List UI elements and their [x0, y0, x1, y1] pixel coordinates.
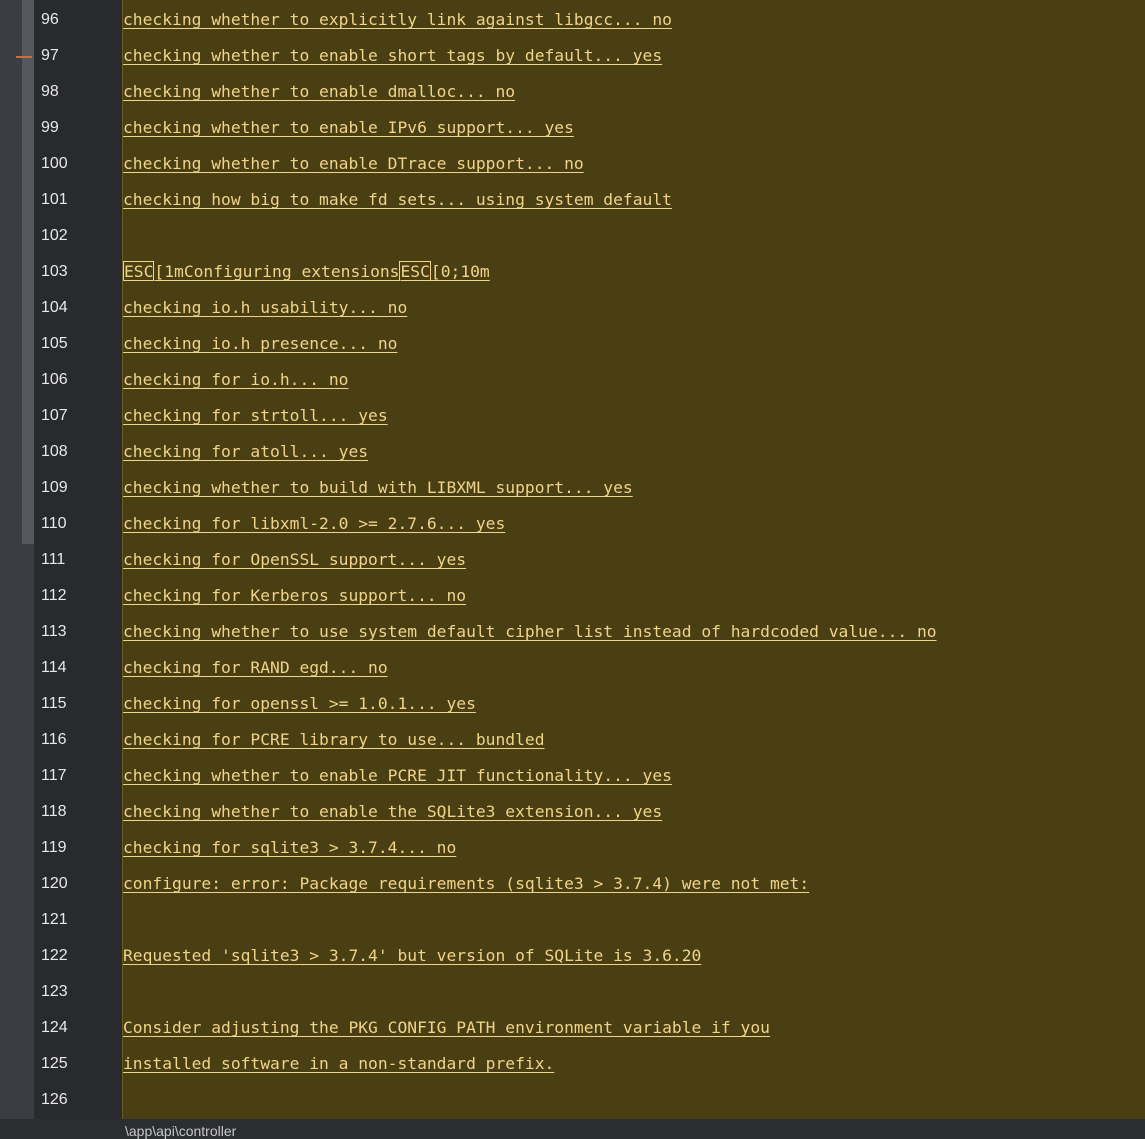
editor-line[interactable]: 120 configure: error: Package requirement…	[0, 864, 1145, 900]
line-text[interactable]: installed software in a non-standard pre…	[123, 1044, 554, 1084]
line-number: 96	[41, 11, 59, 28]
line-text-segment: [1mConfiguring extensions	[154, 262, 400, 281]
line-text[interactable]: checking for libxml-2.0 >= 2.7.6... yes	[123, 504, 505, 544]
editor-line[interactable]: 106 checking for io.h... no	[0, 360, 1145, 396]
line-number: 119	[41, 839, 67, 856]
line-number: 122	[41, 947, 68, 964]
editor-line[interactable]: 116 checking for PCRE library to use... b…	[0, 720, 1145, 756]
editor-line[interactable]: 105 checking io.h presence... no	[0, 324, 1145, 360]
line-number: 124	[41, 1019, 68, 1036]
line-number: 103	[41, 263, 68, 280]
editor-line[interactable]: 102	[0, 216, 1145, 252]
editor-line[interactable]: 117 checking whether to enable PCRE JIT f…	[0, 756, 1145, 792]
line-text[interactable]: checking for openssl >= 1.0.1... yes	[123, 684, 476, 724]
line-number: 118	[41, 803, 67, 820]
line-text[interactable]: checking whether to build with LIBXML su…	[123, 468, 633, 508]
line-text[interactable]: checking whether to enable PCRE JIT func…	[123, 756, 672, 796]
line-number: 112	[41, 587, 67, 604]
line-number: 121	[41, 911, 68, 928]
line-number: 104	[41, 299, 68, 316]
line-text[interactable]: checking for Kerberos support... no	[123, 576, 466, 616]
editor-line[interactable]: 108 checking for atoll... yes	[0, 432, 1145, 468]
line-number: 126	[41, 1091, 68, 1108]
line-number: 109	[41, 479, 68, 496]
line-number: 115	[41, 695, 67, 712]
line-number: 102	[41, 227, 68, 244]
line-text[interactable]: ESC[1mConfiguring extensionsESC[0;10m	[123, 252, 490, 292]
line-number: 107	[41, 407, 68, 424]
editor-line[interactable]: 104 checking io.h usability... no	[0, 288, 1145, 324]
line-text[interactable]: checking io.h usability... no	[123, 288, 407, 328]
editor-line[interactable]: 107 checking for strtoll... yes	[0, 396, 1145, 432]
editor-line[interactable]: 126	[0, 1080, 1145, 1116]
editor-line[interactable]: 99 checking whether to enable IPv6 suppor…	[0, 108, 1145, 144]
escape-control-char: ESC	[399, 261, 431, 281]
line-number: 98	[41, 83, 59, 100]
line-number: 120	[41, 875, 68, 892]
editor-line[interactable]: 124 Consider adjusting the PKG_CONFIG_PAT…	[0, 1008, 1145, 1044]
line-text-segment: [0;10m	[430, 262, 490, 281]
editor-line[interactable]: 110 checking for libxml-2.0 >= 2.7.6... y…	[0, 504, 1145, 540]
editor-line[interactable]: 103 ESC[1mConfiguring extensionsESC[0;10m	[0, 252, 1145, 288]
line-text[interactable]: Consider adjusting the PKG_CONFIG_PATH e…	[123, 1008, 770, 1048]
line-text[interactable]: checking for atoll... yes	[123, 432, 368, 472]
editor-line[interactable]: 118 checking whether to enable the SQLite…	[0, 792, 1145, 828]
line-number: 106	[41, 371, 68, 388]
editor-line[interactable]: 113 checking whether to use system defaul…	[0, 612, 1145, 648]
line-text[interactable]: checking whether to explicitly link agai…	[123, 0, 672, 40]
editor-line[interactable]: 97 checking whether to enable short tags …	[0, 36, 1145, 72]
line-text[interactable]: Requested 'sqlite3 > 3.7.4' but version …	[123, 936, 701, 976]
line-text[interactable]: checking for OpenSSL support... yes	[123, 540, 466, 580]
line-text[interactable]: checking for RAND_egd... no	[123, 648, 388, 688]
editor-line[interactable]: 114 checking for RAND_egd... no	[0, 648, 1145, 684]
status-bar: \app\api\controller	[34, 1119, 1145, 1139]
line-number: 125	[41, 1055, 68, 1072]
line-text[interactable]: checking for PCRE library to use... bund…	[123, 720, 545, 760]
editor-line[interactable]: 119 checking for sqlite3 > 3.7.4... no	[0, 828, 1145, 864]
editor-line[interactable]: 125 installed software in a non-standard …	[0, 1044, 1145, 1080]
line-number: 108	[41, 443, 68, 460]
line-number: 101	[41, 191, 68, 208]
line-text[interactable]: checking io.h presence... no	[123, 324, 397, 364]
line-number: 110	[41, 515, 67, 532]
editor-line[interactable]: 98 checking whether to enable dmalloc... …	[0, 72, 1145, 108]
line-text[interactable]: checking whether to enable dmalloc... no	[123, 72, 515, 112]
line-text[interactable]: checking for sqlite3 > 3.7.4... no	[123, 828, 456, 868]
line-number: 123	[41, 983, 68, 1000]
line-number: 114	[41, 659, 67, 676]
line-number: 117	[41, 767, 67, 784]
editor-line[interactable]: 101 checking how big to make fd sets... u…	[0, 180, 1145, 216]
line-text[interactable]: checking whether to enable the SQLite3 e…	[123, 792, 662, 832]
editor[interactable]: 96 checking whether to explicitly link ag…	[0, 0, 1145, 1119]
line-number: 113	[41, 623, 67, 640]
line-text[interactable]: checking for strtoll... yes	[123, 396, 388, 436]
line-number: 111	[41, 551, 66, 568]
line-text[interactable]: checking whether to use system default c…	[123, 612, 937, 652]
editor-line[interactable]: 100 checking whether to enable DTrace sup…	[0, 144, 1145, 180]
editor-line[interactable]: 96 checking whether to explicitly link ag…	[0, 0, 1145, 36]
line-text[interactable]: configure: error: Package requirements (…	[123, 864, 809, 904]
editor-line[interactable]: 111 checking for OpenSSL support... yes	[0, 540, 1145, 576]
line-number: 97	[41, 47, 59, 64]
line-number: 100	[41, 155, 68, 172]
line-text[interactable]: checking whether to enable short tags by…	[123, 36, 662, 76]
editor-line[interactable]: 109 checking whether to build with LIBXML…	[0, 468, 1145, 504]
editor-line[interactable]: 121	[0, 900, 1145, 936]
line-number: 99	[41, 119, 59, 136]
escape-control-char: ESC	[123, 261, 155, 281]
editor-line[interactable]: 115 checking for openssl >= 1.0.1... yes	[0, 684, 1145, 720]
editor-line[interactable]: 123	[0, 972, 1145, 1008]
line-text[interactable]: checking for io.h... no	[123, 360, 348, 400]
line-text[interactable]: checking whether to enable DTrace suppor…	[123, 144, 584, 184]
line-text[interactable]: checking how big to make fd sets... usin…	[123, 180, 672, 220]
line-number: 105	[41, 335, 68, 352]
line-text[interactable]: checking whether to enable IPv6 support.…	[123, 108, 574, 148]
editor-line[interactable]: 112 checking for Kerberos support... no	[0, 576, 1145, 612]
line-number: 116	[41, 731, 67, 748]
editor-line[interactable]: 122 Requested 'sqlite3 > 3.7.4' but versi…	[0, 936, 1145, 972]
